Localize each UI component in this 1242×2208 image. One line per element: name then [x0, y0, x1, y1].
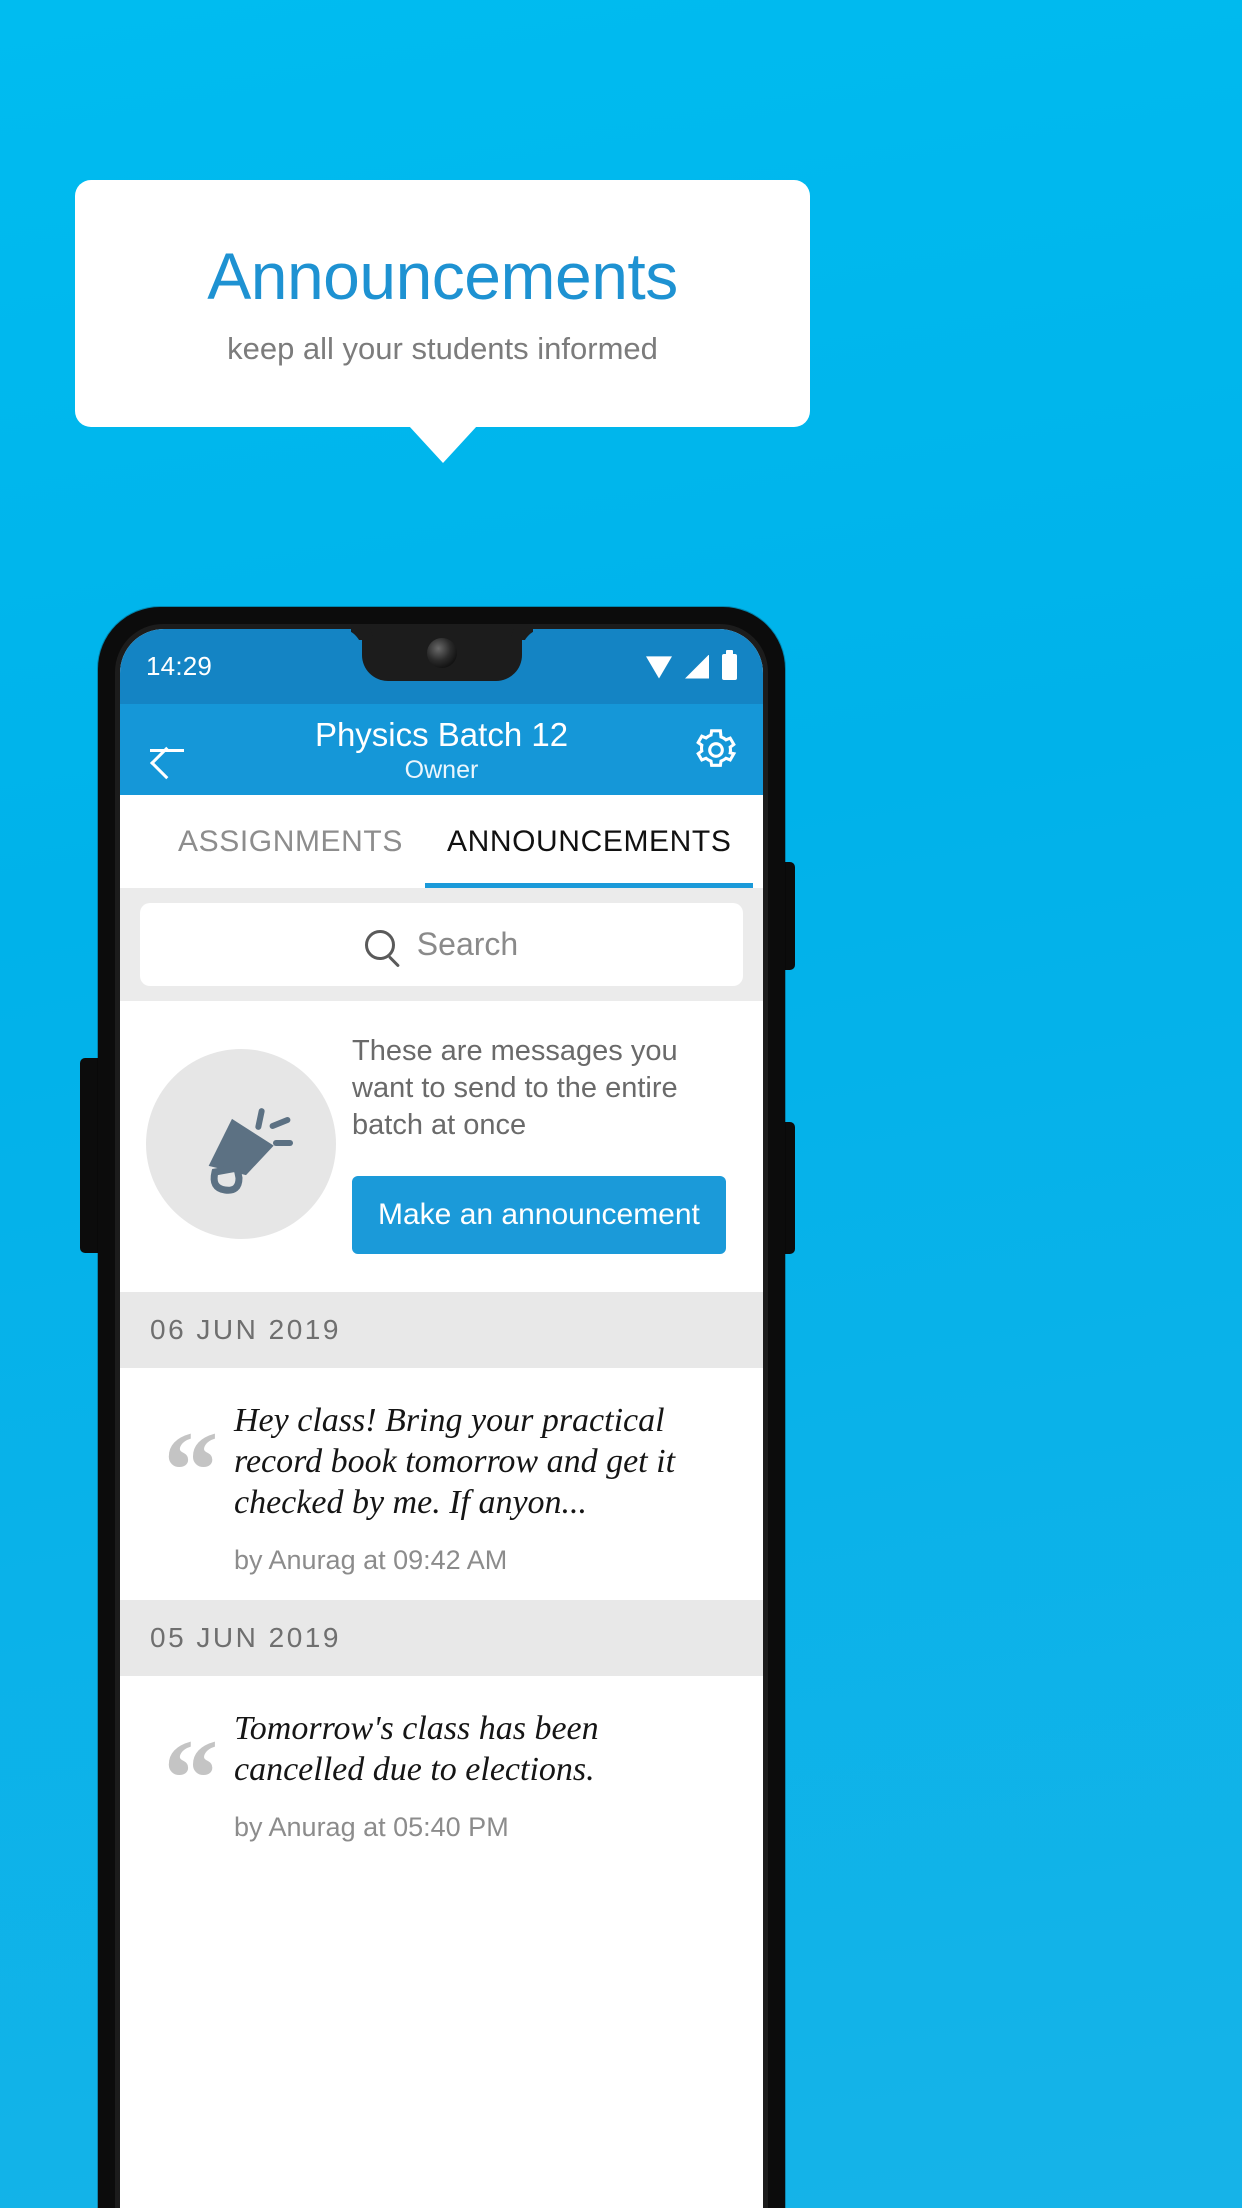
cellular-signal-icon: [685, 654, 709, 679]
announcement-meta: by Anurag at 05:40 PM: [234, 1812, 509, 1842]
tab-assignments[interactable]: ASSIGNMENTS: [156, 795, 425, 888]
front-camera: [426, 638, 457, 668]
back-arrow-icon[interactable]: [144, 726, 192, 774]
make-announcement-button[interactable]: Make an announcement: [352, 1176, 726, 1254]
search-placeholder: Search: [416, 926, 519, 962]
search-bar-container: Search: [120, 888, 763, 1001]
announcement-promo-description: These are messages you want to send to t…: [352, 1035, 678, 1141]
megaphone-icon-circle: [146, 1048, 336, 1239]
announcement-text: Hey class! Bring your practical record b…: [234, 1402, 676, 1521]
wifi-icon: [646, 656, 672, 679]
announcement-list-item[interactable]: “ Hey class! Bring your practical record…: [120, 1368, 763, 1600]
tab-announcements[interactable]: ANNOUNCEMENTS: [424, 795, 754, 888]
search-icon: [364, 929, 395, 960]
app-bar: Physics Batch 12 Owner: [120, 704, 763, 795]
quote-icon: “: [163, 1409, 219, 1531]
announcement-meta: by Anurag at 09:42 AM: [234, 1545, 508, 1575]
status-bar: 14:29: [120, 629, 763, 704]
gear-icon[interactable]: [693, 727, 739, 773]
status-icons: [646, 649, 737, 680]
battery-icon: [722, 649, 737, 680]
announcement-content: Tomorrow's class has been cancelled due …: [234, 1702, 735, 1843]
announcement-promo-section: These are messages you want to send to t…: [120, 1001, 763, 1292]
tab-tests[interactable]: TESTS: [753, 795, 763, 888]
megaphone-icon: [208, 1107, 293, 1194]
announcement-promo-content: These are messages you want to send to t…: [352, 1033, 737, 1254]
status-time: 14:29: [146, 651, 213, 681]
announcement-text: Tomorrow's class has been cancelled due …: [234, 1710, 599, 1788]
promo-card-tail: [409, 426, 477, 463]
phone-frame: 14:29 Physics Batch 12 Owner ASSIGNMENTS…: [98, 607, 785, 2208]
date-header: 06 JUN 2019: [120, 1292, 763, 1368]
search-input[interactable]: Search: [140, 903, 743, 986]
phone-bezel: 14:29 Physics Batch 12 Owner ASSIGNMENTS…: [115, 624, 768, 2208]
announcement-list-item[interactable]: “ Tomorrow's class has been cancelled du…: [120, 1676, 763, 1867]
page-subtitle: Owner: [404, 755, 479, 784]
page-title: Physics Batch 12: [314, 715, 569, 753]
app-bar-titles: Physics Batch 12 Owner: [120, 715, 763, 785]
promo-card: Announcements keep all your students inf…: [75, 180, 810, 427]
date-header: 05 JUN 2019: [120, 1600, 763, 1676]
promo-title: Announcements: [207, 239, 678, 313]
tab-bar: ASSIGNMENTS ANNOUNCEMENTS TESTS V: [120, 795, 763, 888]
announcement-content: Hey class! Bring your practical record b…: [234, 1394, 735, 1576]
quote-icon: “: [163, 1717, 219, 1839]
phone-screen: 14:29 Physics Batch 12 Owner ASSIGNMENTS…: [120, 629, 763, 2208]
phone-sim-tray: [80, 1058, 98, 1253]
promo-subtitle: keep all your students informed: [227, 331, 658, 366]
